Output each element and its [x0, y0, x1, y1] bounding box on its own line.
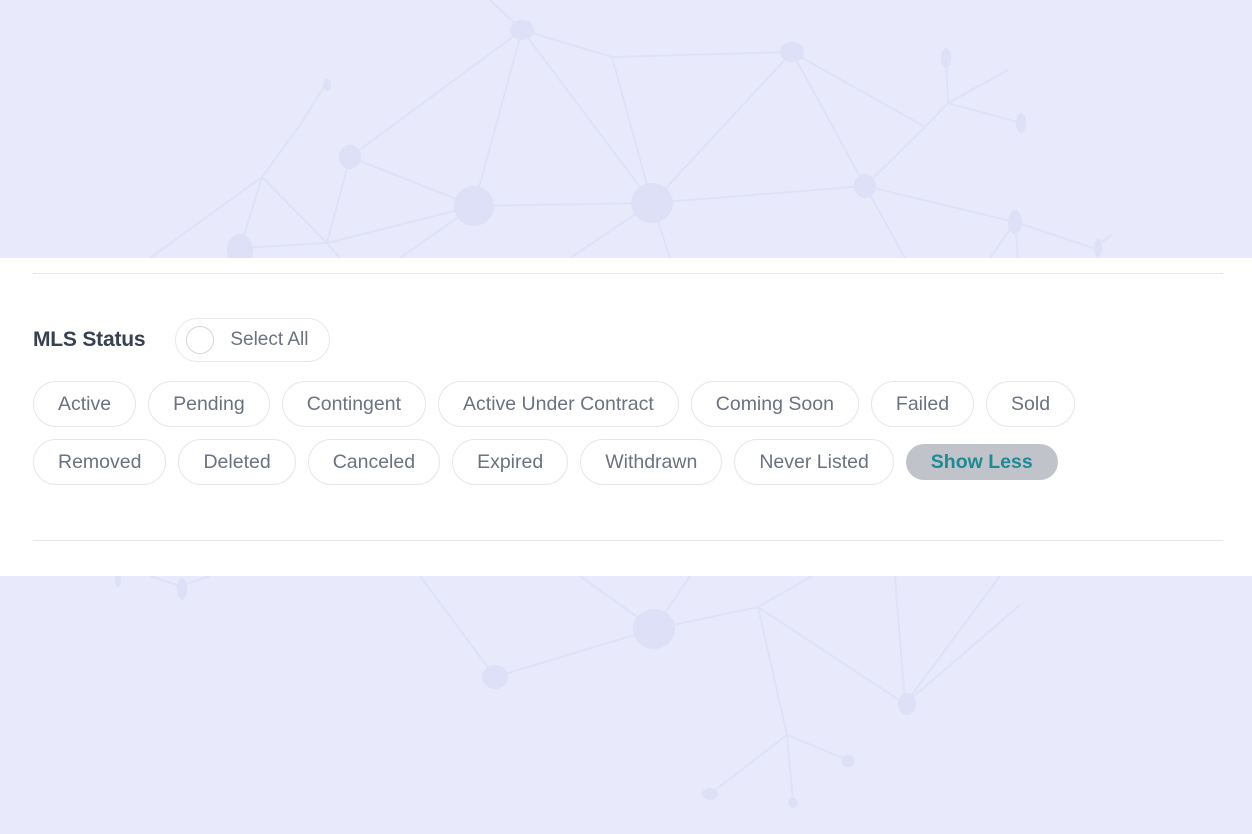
status-chip-deleted[interactable]: Deleted — [178, 439, 296, 485]
show-less-button[interactable]: Show Less — [905, 444, 1058, 480]
status-chip-never-listed[interactable]: Never Listed — [734, 439, 894, 485]
status-chip-expired[interactable]: Expired — [452, 439, 569, 485]
section-title: MLS Status — [33, 328, 146, 351]
radio-circle-icon[interactable] — [186, 326, 215, 354]
mls-status-header: MLS Status Select All — [33, 317, 330, 363]
bottom-divider — [33, 540, 1223, 541]
status-chip-contingent[interactable]: Contingent — [281, 381, 427, 427]
status-chip-removed[interactable]: Removed — [33, 439, 167, 485]
status-chip-row-2: Removed Deleted Canceled Expired Withdra… — [33, 439, 1058, 485]
select-all-label: Select All — [230, 329, 309, 350]
status-chip-active-under-contract[interactable]: Active Under Contract — [438, 381, 679, 427]
mls-status-filter-panel: MLS Status Select All Active Pending Con… — [0, 258, 1252, 576]
status-chip-sold[interactable]: Sold — [986, 381, 1076, 427]
status-chip-coming-soon[interactable]: Coming Soon — [690, 381, 859, 427]
status-chip-pending[interactable]: Pending — [148, 381, 270, 427]
top-divider — [33, 273, 1223, 274]
status-chip-row-1: Active Pending Contingent Active Under C… — [33, 381, 1076, 427]
status-chip-withdrawn[interactable]: Withdrawn — [580, 439, 723, 485]
status-chip-failed[interactable]: Failed — [870, 381, 975, 427]
status-chip-active[interactable]: Active — [33, 381, 137, 427]
select-all-toggle[interactable]: Select All — [175, 318, 330, 362]
status-chip-canceled[interactable]: Canceled — [307, 439, 441, 485]
